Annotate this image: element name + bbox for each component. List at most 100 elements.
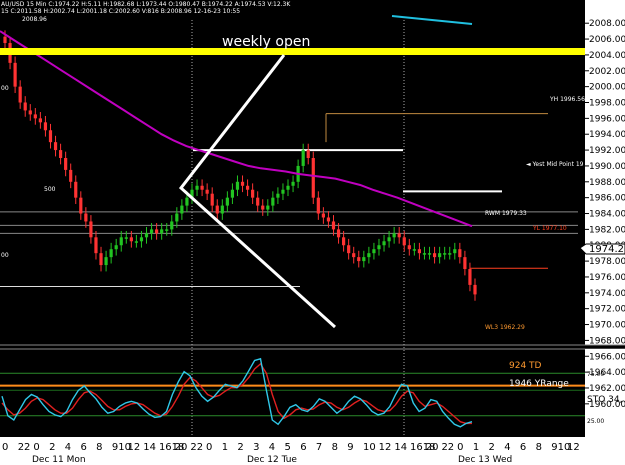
time-tick-label: 10 bbox=[363, 442, 376, 453]
candle-body bbox=[89, 221, 93, 238]
candle-body bbox=[79, 197, 83, 214]
candle-body bbox=[377, 245, 381, 250]
candle-body bbox=[316, 197, 320, 214]
time-tick-label: 4 bbox=[65, 442, 71, 453]
candle-body bbox=[200, 185, 204, 190]
candle-body bbox=[220, 205, 224, 214]
weekly-open-label: weekly open bbox=[222, 34, 310, 50]
price-tick-label: 1972.00 bbox=[589, 305, 625, 315]
candle-body bbox=[149, 229, 154, 234]
candle-body bbox=[225, 197, 229, 206]
candle-body bbox=[124, 237, 128, 239]
candle-body bbox=[387, 237, 391, 242]
candle-body bbox=[372, 249, 376, 254]
date-label: Dec 12 Tue bbox=[247, 455, 297, 465]
candle-body bbox=[74, 181, 78, 198]
time-tick-label: 4 bbox=[269, 442, 275, 453]
time-tick-label: 12 bbox=[567, 442, 580, 453]
wl-label: WL3 1962.29 bbox=[485, 324, 525, 331]
candle-body bbox=[235, 181, 240, 190]
candle-body bbox=[286, 185, 290, 190]
time-tick-label: 6 bbox=[300, 442, 306, 453]
td-label: 924 TD bbox=[509, 361, 542, 371]
candle-body bbox=[170, 221, 174, 230]
candle-body bbox=[175, 213, 179, 222]
candle-body bbox=[347, 245, 351, 254]
candle-body bbox=[69, 169, 73, 182]
candle-body bbox=[230, 189, 235, 198]
header-line-1: AU/USD 15 Min C:1974.22 H:5.11 H:1982.68… bbox=[1, 1, 291, 8]
time-tick-label: 2 bbox=[489, 442, 495, 453]
candle-body bbox=[251, 189, 255, 198]
sto-75-label: 75.00 bbox=[587, 371, 604, 378]
time-tick-label: 2 bbox=[237, 442, 243, 453]
time-tick-label: 14 bbox=[394, 442, 407, 453]
candle-body bbox=[23, 102, 27, 111]
candle-body bbox=[458, 249, 462, 258]
candle-body bbox=[139, 237, 144, 242]
candle-body bbox=[448, 253, 452, 255]
candle-body bbox=[468, 269, 472, 285]
candle-body bbox=[432, 253, 437, 258]
candle-body bbox=[281, 189, 285, 194]
candle-body bbox=[397, 233, 401, 238]
time-tick-label: 0 bbox=[206, 442, 212, 453]
time-tick-label: 0 bbox=[2, 442, 8, 453]
time-tick-label: 12 bbox=[128, 442, 141, 453]
candle-body bbox=[53, 142, 58, 151]
candle-body bbox=[245, 185, 250, 190]
candle-body bbox=[58, 150, 63, 159]
time-tick-label: 4 bbox=[504, 442, 510, 453]
candle-body bbox=[427, 253, 432, 255]
time-tick-label: 20 bbox=[426, 442, 439, 453]
time-tick-label: 1 bbox=[473, 442, 479, 453]
candle-body bbox=[422, 253, 427, 255]
candle-body bbox=[271, 197, 275, 206]
candle-body bbox=[352, 253, 356, 258]
candle-body bbox=[342, 237, 346, 246]
price-tick-label: 1974.00 bbox=[589, 289, 625, 299]
price-tick-label: 2002.00 bbox=[589, 67, 625, 77]
price-tick-label: 1982.00 bbox=[589, 225, 625, 235]
candle-body bbox=[134, 241, 138, 243]
current-price-label: 1974.22 bbox=[589, 244, 625, 255]
candle-body bbox=[18, 86, 22, 103]
price-tick-label: 1988.00 bbox=[589, 178, 625, 188]
sto-k-line bbox=[1, 357, 473, 428]
candle-body bbox=[276, 193, 280, 198]
price-tick-label: 1992.00 bbox=[589, 146, 625, 156]
candle-body bbox=[165, 229, 169, 231]
time-tick-label: 8 bbox=[536, 442, 542, 453]
candle-body bbox=[306, 150, 310, 159]
candle-body bbox=[33, 114, 37, 119]
price-tick-label: 1994.00 bbox=[589, 130, 625, 140]
candle-body bbox=[463, 257, 467, 270]
candle-body bbox=[195, 185, 199, 190]
time-tick-label: 22 bbox=[18, 442, 31, 453]
time-tick-label: 3 bbox=[253, 442, 259, 453]
candle-body bbox=[99, 253, 103, 266]
yh-label: YH 1996.56 bbox=[549, 96, 585, 103]
candle-body bbox=[311, 158, 315, 198]
candle-body bbox=[13, 62, 17, 87]
price-tick-label: 1968.00 bbox=[589, 336, 625, 346]
price-tick-label: 1966.00 bbox=[589, 352, 625, 362]
price-tick-label: 1990.00 bbox=[589, 162, 625, 172]
candle-body bbox=[326, 217, 331, 222]
left-00-label-a: 00 bbox=[1, 85, 9, 92]
price-tick-label: 2008.00 bbox=[589, 19, 625, 29]
candle-body bbox=[240, 181, 245, 186]
candle-body bbox=[155, 229, 159, 234]
candle-body bbox=[407, 245, 411, 250]
header-line-2: 15 C:2011.58 H:2002.74 L:2001.18 C:2002.… bbox=[1, 8, 240, 15]
candle-body bbox=[84, 213, 88, 222]
time-tick-label: 2 bbox=[49, 442, 55, 453]
candle-body bbox=[453, 249, 457, 254]
candle-body bbox=[256, 197, 260, 206]
candle-body bbox=[210, 193, 214, 206]
time-tick-label: 7 bbox=[316, 442, 322, 453]
candle-body bbox=[119, 237, 123, 246]
time-tick-label: 22 bbox=[441, 442, 454, 453]
price-tick-label: 1984.00 bbox=[589, 210, 625, 220]
candle-body bbox=[402, 237, 406, 246]
